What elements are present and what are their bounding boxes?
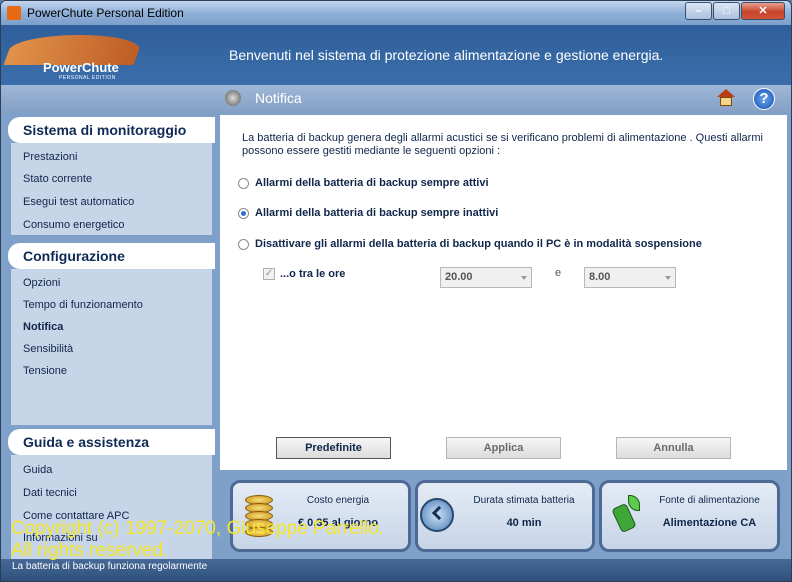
window-controls: – □ ✕ [684, 2, 785, 20]
help-icon[interactable]: ? [753, 88, 775, 110]
home-roof [717, 89, 735, 97]
sidebar-section-guida-body: Guida Dati tecnici Come contattare APC I… [11, 455, 212, 559]
app-icon [7, 6, 21, 20]
battery-runtime-panel[interactable]: Durata stimata batteria 40 min [415, 480, 595, 552]
sidebar-item-informazioni[interactable]: Informazioni su [23, 532, 98, 544]
sidebar-item-guida[interactable]: Guida [23, 464, 52, 476]
sidebar-item-contattare-apc[interactable]: Come contattare APC [23, 510, 129, 522]
logo-name: PowerChute [43, 60, 119, 75]
chevron-down-icon [521, 276, 527, 280]
time-range-separator: e [555, 267, 562, 279]
option-alarms-always-off[interactable]: Allarmi della batteria di backup sempre … [238, 207, 498, 219]
sidebar-item-esegui-test[interactable]: Esegui test automatico [23, 196, 134, 208]
time-range-checkbox[interactable]: ✓ [263, 268, 275, 280]
close-button[interactable]: ✕ [741, 2, 785, 20]
plug-icon [610, 495, 642, 535]
sidebar-item-consumo-energetico[interactable]: Consumo energetico [23, 219, 125, 231]
option-label: Allarmi della batteria di backup sempre … [255, 177, 489, 189]
status-bar: La batteria di backup funziona regolarme… [1, 559, 791, 581]
energy-cost-title: Costo energia [306, 495, 370, 506]
battery-runtime-title: Durata stimata batteria [473, 495, 575, 506]
home-base [720, 97, 732, 106]
title-bar[interactable]: PowerChute Personal Edition – □ ✕ [1, 1, 791, 25]
radio-alarms-always-on[interactable] [238, 177, 249, 189]
sidebar: Sistema di monitoraggio Prestazioni Stat… [8, 115, 216, 559]
window-title: PowerChute Personal Edition [27, 6, 184, 20]
sidebar-section-configurazione-body: Opzioni Tempo di funzionamento Notifica … [11, 269, 212, 425]
sidebar-item-stato-corrente[interactable]: Stato corrente [23, 173, 92, 185]
sidebar-item-notifica[interactable]: Notifica [23, 321, 63, 333]
app-header: PowerChute PERSONAL EDITION Benvenuti ne… [1, 25, 791, 85]
page-header-bar: Notifica ? [1, 85, 791, 113]
time-range-label: ...o tra le ore [280, 268, 346, 280]
defaults-button[interactable]: Predefinite [276, 437, 391, 459]
chevron-down-icon [665, 276, 671, 280]
logo-subtitle: PERSONAL EDITION [59, 75, 116, 81]
clock-icon [420, 498, 454, 532]
clock-hand [431, 505, 447, 521]
sidebar-item-dati-tecnici[interactable]: Dati tecnici [23, 487, 77, 499]
plug-leaf [628, 495, 640, 511]
power-source-title: Fonte di alimentazione [659, 495, 760, 506]
minimize-button[interactable]: – [685, 2, 712, 20]
battery-runtime-value: 40 min [506, 517, 542, 529]
cancel-button[interactable]: Annulla [616, 437, 731, 459]
power-source-panel[interactable]: Fonte di alimentazione Alimentazione CA [599, 480, 780, 552]
energy-cost-value: € 0,35 al giorno [297, 517, 379, 529]
notification-description: La batteria di backup genera degli allar… [242, 132, 763, 157]
time-to-select[interactable]: 8.00 [584, 267, 676, 288]
sidebar-section-monitoring[interactable]: Sistema di monitoraggio [8, 117, 215, 143]
sidebar-item-opzioni[interactable]: Opzioni [23, 277, 60, 289]
coins-icon [245, 495, 275, 539]
sidebar-section-configurazione[interactable]: Configurazione [8, 243, 215, 269]
app-window: PowerChute Personal Edition – □ ✕ PowerC… [0, 0, 792, 582]
sidebar-item-prestazioni[interactable]: Prestazioni [23, 151, 77, 163]
time-range-option[interactable]: ✓ ...o tra le ore [263, 268, 345, 280]
time-from-select[interactable]: 20.00 [440, 267, 532, 288]
sidebar-section-guida[interactable]: Guida e assistenza [8, 429, 215, 455]
radio-alarms-always-off[interactable] [238, 207, 249, 219]
sidebar-section-monitoring-body: Prestazioni Stato corrente Esegui test a… [11, 143, 212, 235]
page-title: Notifica [255, 90, 302, 106]
welcome-text: Benvenuti nel sistema di protezione alim… [229, 47, 664, 63]
time-from-value: 20.00 [445, 271, 473, 283]
option-alarms-sleep[interactable]: Disattivare gli allarmi della batteria d… [238, 238, 702, 250]
option-label: Allarmi della batteria di backup sempre … [255, 207, 499, 219]
radio-alarms-sleep[interactable] [238, 238, 249, 250]
main-content: La batteria di backup genera degli allar… [220, 115, 787, 470]
energy-cost-panel[interactable]: Costo energia € 0,35 al giorno [230, 480, 411, 552]
sidebar-item-sensibilita[interactable]: Sensibilità [23, 343, 73, 355]
maximize-button[interactable]: □ [713, 2, 740, 20]
sidebar-item-tempo-funzionamento[interactable]: Tempo di funzionamento [23, 299, 143, 311]
option-label: Disattivare gli allarmi della batteria d… [255, 238, 702, 250]
status-text: La batteria di backup funziona regolarme… [12, 561, 208, 572]
apply-button[interactable]: Applica [446, 437, 561, 459]
home-icon[interactable] [717, 89, 735, 107]
sidebar-item-tensione[interactable]: Tensione [23, 365, 67, 377]
power-source-value: Alimentazione CA [662, 517, 757, 529]
time-to-value: 8.00 [589, 271, 611, 283]
speaker-icon [225, 90, 241, 106]
powerchute-logo: PowerChute PERSONAL EDITION [3, 29, 145, 81]
option-alarms-always-on[interactable]: Allarmi della batteria di backup sempre … [238, 177, 489, 189]
